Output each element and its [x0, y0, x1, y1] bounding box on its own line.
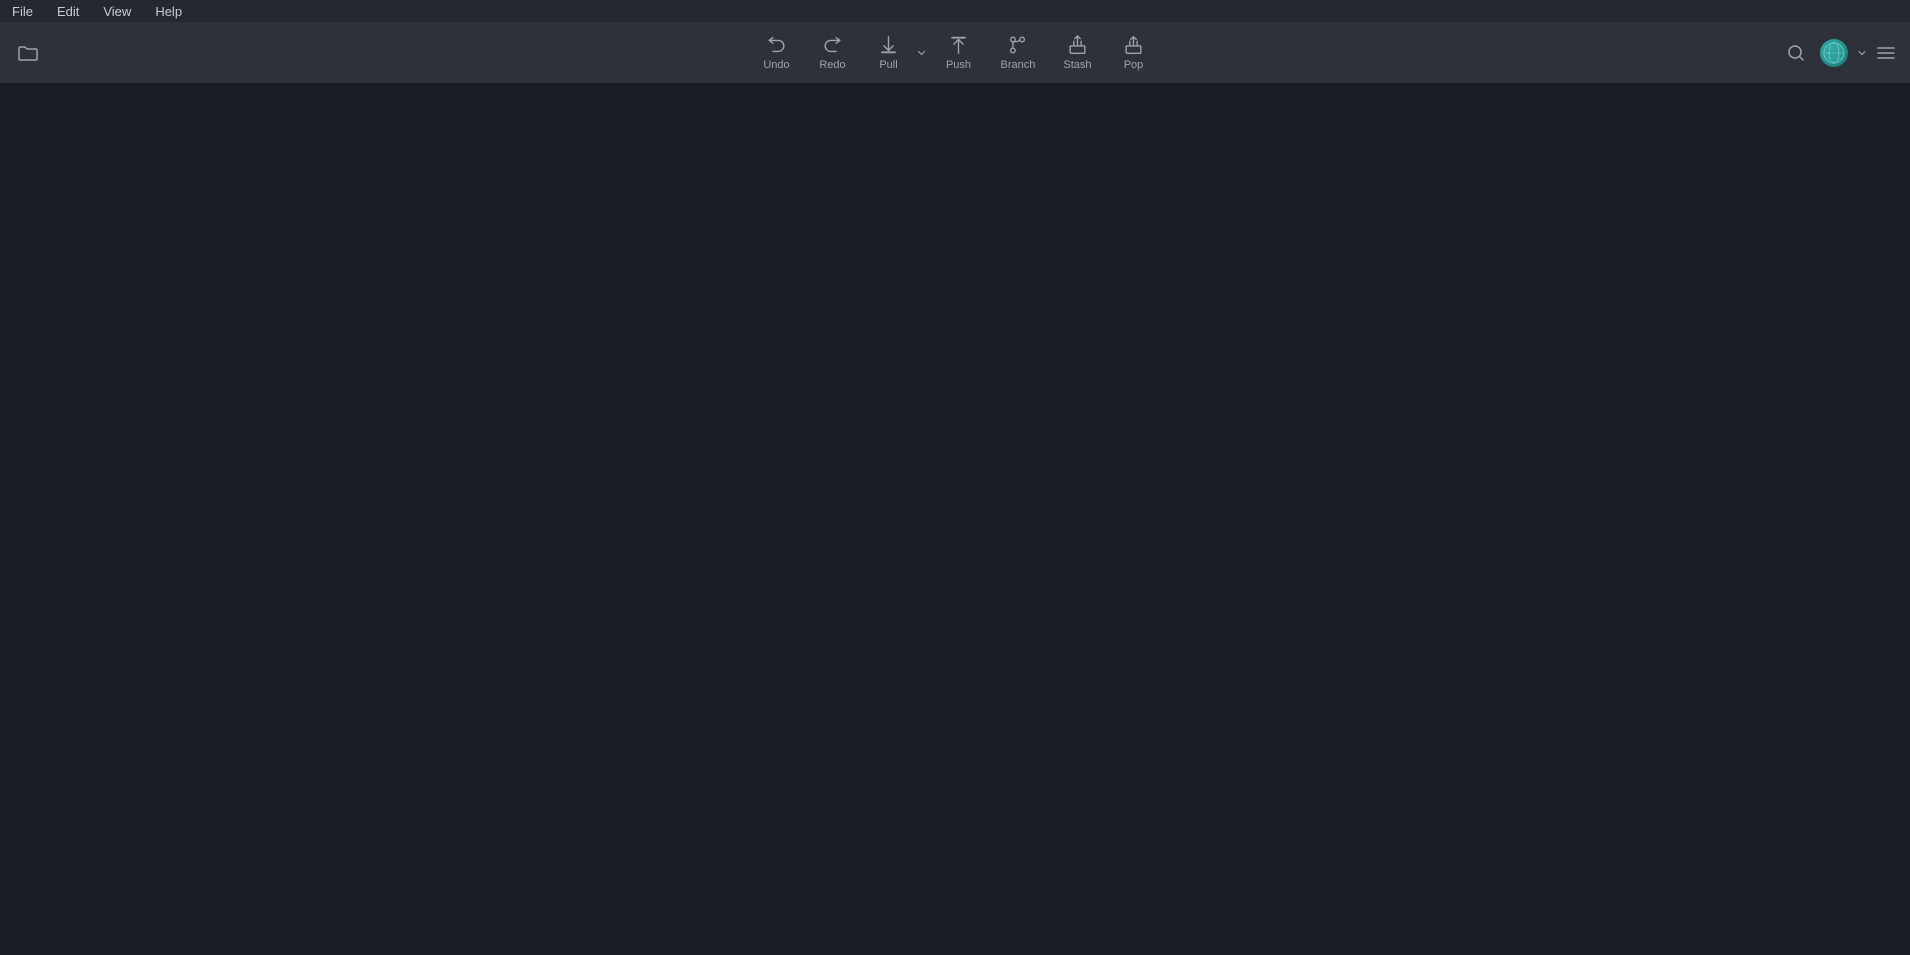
folder-icon — [18, 43, 38, 63]
hamburger-menu-button[interactable] — [1874, 35, 1898, 71]
toolbar-center: Undo Redo Pull — [751, 28, 1160, 77]
pull-button[interactable]: Pull — [863, 28, 915, 77]
account-dropdown-button[interactable] — [1854, 35, 1870, 71]
menu-edit[interactable]: Edit — [53, 2, 83, 21]
chevron-down-icon — [917, 48, 927, 58]
redo-button[interactable]: Redo — [807, 28, 859, 77]
pull-group: Pull — [863, 28, 929, 77]
redo-icon — [822, 34, 844, 56]
menu-file[interactable]: File — [8, 2, 37, 21]
globe-icon — [1820, 39, 1848, 67]
stash-label: Stash — [1063, 59, 1091, 71]
pop-label: Pop — [1124, 59, 1144, 71]
redo-label: Redo — [819, 59, 845, 71]
push-button[interactable]: Push — [933, 28, 985, 77]
chevron-down-small-icon — [1857, 48, 1867, 58]
pull-label: Pull — [879, 59, 897, 71]
open-folder-button[interactable] — [12, 37, 44, 69]
push-label: Push — [946, 59, 971, 71]
stash-button[interactable]: Stash — [1051, 28, 1103, 77]
branch-label: Branch — [1001, 59, 1036, 71]
menu-view[interactable]: View — [99, 2, 135, 21]
undo-button[interactable]: Undo — [751, 28, 803, 77]
undo-icon — [766, 34, 788, 56]
stash-icon — [1066, 34, 1088, 56]
pop-icon — [1123, 34, 1145, 56]
main-content — [0, 84, 1910, 955]
search-button[interactable] — [1778, 35, 1814, 71]
menu-bar: File Edit View Help — [0, 0, 1910, 22]
hamburger-icon — [1877, 46, 1895, 60]
pull-dropdown-button[interactable] — [915, 42, 929, 64]
undo-label: Undo — [763, 59, 789, 71]
branch-button[interactable]: Branch — [989, 28, 1048, 77]
pop-button[interactable]: Pop — [1108, 28, 1160, 77]
pull-icon — [878, 34, 900, 56]
toolbar-right — [1778, 35, 1898, 71]
toolbar: Undo Redo Pull — [0, 22, 1910, 84]
search-icon — [1786, 43, 1806, 63]
toolbar-left — [12, 37, 44, 69]
avatar — [1820, 39, 1848, 67]
push-icon — [948, 34, 970, 56]
menu-help[interactable]: Help — [151, 2, 186, 21]
avatar-button[interactable] — [1818, 37, 1850, 69]
branch-icon — [1007, 34, 1029, 56]
